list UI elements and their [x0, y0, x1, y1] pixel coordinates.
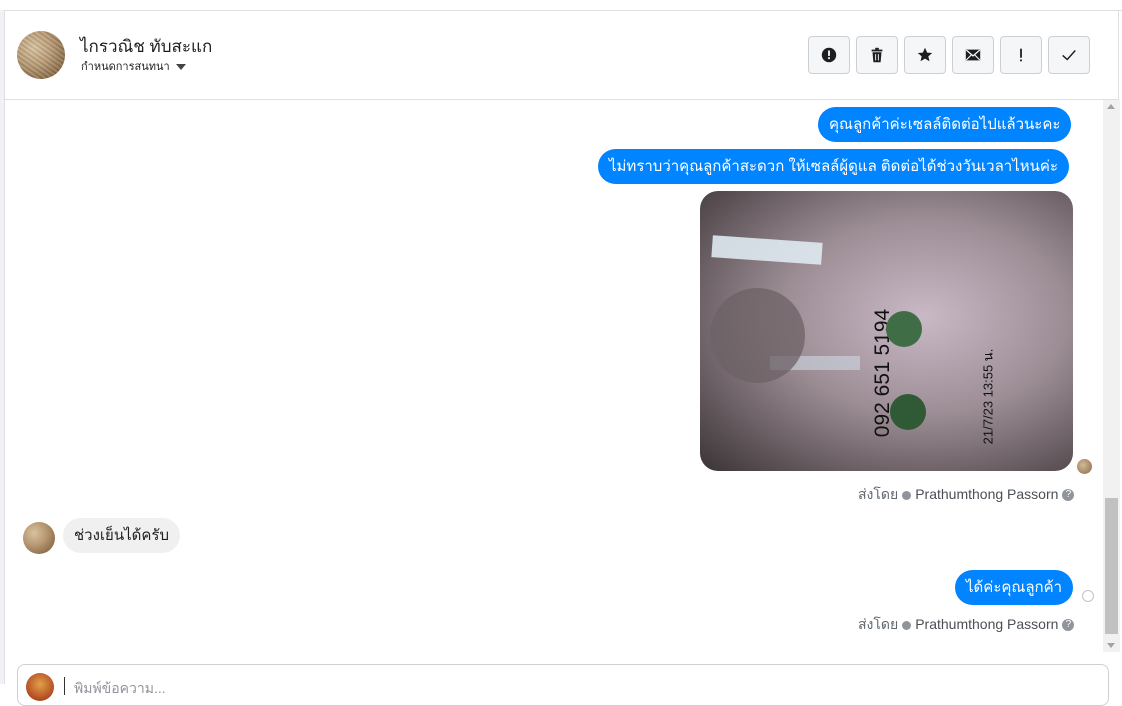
- star-icon: [917, 47, 933, 62]
- help-icon[interactable]: ?: [1062, 489, 1075, 502]
- verified-icon: [902, 620, 912, 630]
- star-button[interactable]: [904, 36, 946, 74]
- done-button[interactable]: [1048, 36, 1090, 74]
- thread-scrollbar[interactable]: [1103, 100, 1120, 652]
- scroll-thumb[interactable]: [1105, 498, 1118, 634]
- composer-placeholder[interactable]: พิมพ์ข้อความ...: [74, 678, 166, 700]
- scroll-up-arrow[interactable]: [1107, 104, 1115, 109]
- message-outgoing[interactable]: คุณลูกค้าค่ะเซลล์ติดต่อไปแล้วนะคะ: [818, 107, 1072, 142]
- verified-icon: [902, 490, 912, 500]
- action-toolbar: [808, 36, 1090, 74]
- trash-icon: [871, 47, 883, 63]
- contact-avatar-small[interactable]: [23, 522, 55, 554]
- sent-by-info: ส่งโดย Prathumthong Passorn?: [858, 614, 1075, 636]
- help-icon[interactable]: ?: [1062, 619, 1075, 632]
- caret-down-icon: [175, 64, 186, 71]
- user-avatar: [26, 673, 54, 701]
- photo-date-text: 21/7/23 13:55 น.: [980, 348, 996, 445]
- sent-by-info: ส่งโดย Prathumthong Passorn?: [858, 484, 1075, 506]
- seen-avatar: [1077, 459, 1092, 474]
- sender-name[interactable]: Prathumthong Passorn: [915, 616, 1058, 632]
- scroll-down-arrow[interactable]: [1107, 643, 1115, 648]
- mark-unread-button[interactable]: [952, 36, 994, 74]
- message-outgoing[interactable]: ได้ค่ะคุณลูกค้า: [955, 570, 1074, 605]
- call-app-icon: [890, 394, 926, 430]
- delete-button[interactable]: [856, 36, 898, 74]
- schedule-dropdown[interactable]: กำหนดการสนทนา: [81, 57, 186, 75]
- message-composer[interactable]: พิมพ์ข้อความ...: [17, 664, 1109, 706]
- message-outgoing[interactable]: ไม่ทราบว่าคุณลูกค้าสะดวก ให้เซลล์ผู้ดูแล…: [598, 149, 1069, 184]
- message-photo[interactable]: 092 651 5194 21/7/23 13:55 น.: [700, 191, 1073, 471]
- mark-spam-button[interactable]: [808, 36, 850, 74]
- photo-contact-icon: [710, 288, 805, 383]
- sent-by-label: ส่งโดย: [858, 486, 899, 502]
- text-cursor: [64, 677, 65, 695]
- sender-name[interactable]: Prathumthong Passorn: [915, 486, 1058, 502]
- contact-avatar[interactable]: [17, 31, 65, 79]
- photo-phone-number: 092 651 5194: [871, 308, 894, 438]
- top-bar: [0, 0, 1122, 11]
- check-icon: [1062, 50, 1076, 61]
- exclamation-icon: [1020, 48, 1022, 62]
- priority-button[interactable]: [1000, 36, 1042, 74]
- message-thread[interactable]: คุณลูกค้าค่ะเซลล์ติดต่อไปแล้วนะคะ ไม่ทรา…: [5, 100, 1102, 655]
- message-incoming[interactable]: ช่วงเย็นได้ครับ: [63, 518, 180, 553]
- schedule-label: กำหนดการสนทนา: [81, 61, 170, 73]
- sent-by-label: ส่งโดย: [858, 616, 899, 632]
- envelope-icon: [965, 49, 981, 61]
- photo-glare: [711, 235, 823, 265]
- alert-circle-icon: [821, 47, 837, 63]
- conversation-header: ไกรวณิช ทับสะแก กำหนดการสนทนา: [5, 11, 1119, 100]
- message-app-icon: [886, 311, 922, 347]
- contact-name[interactable]: ไกรวณิช ทับสะแก: [80, 33, 212, 60]
- sent-status-icon: [1082, 590, 1094, 602]
